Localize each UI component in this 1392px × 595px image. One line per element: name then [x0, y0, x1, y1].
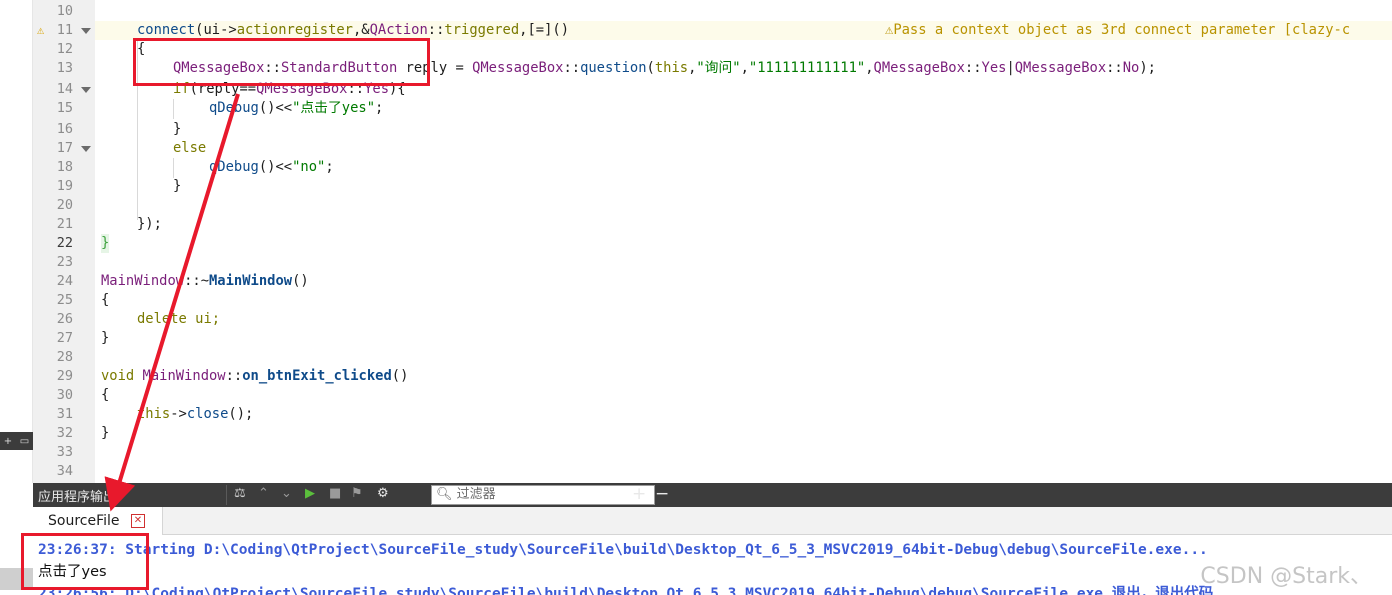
watermark: CSDN @Stark、 [1200, 564, 1372, 589]
annotation-arrow [104, 93, 240, 512]
